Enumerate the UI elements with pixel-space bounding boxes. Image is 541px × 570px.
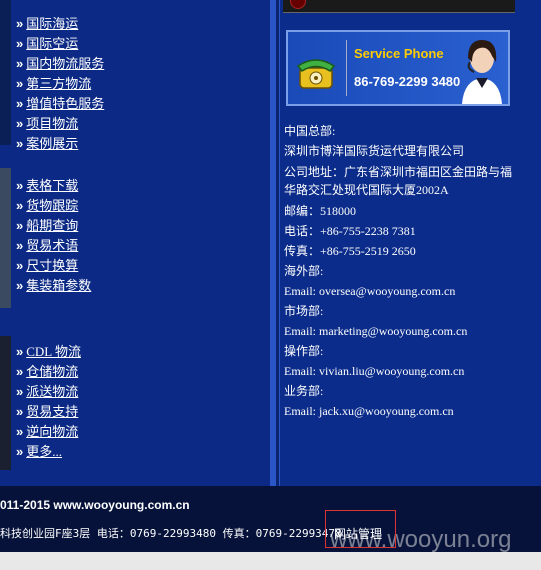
banner-divider: [346, 40, 347, 96]
menu-link[interactable]: 项目物流: [26, 116, 78, 131]
service-phone-title: Service Phone: [354, 46, 444, 61]
bullet-icon: »: [16, 218, 24, 233]
menu-item: » 表格下载: [16, 176, 91, 196]
menu-link[interactable]: 第三方物流: [26, 76, 91, 91]
menu-link[interactable]: 国内物流服务: [26, 56, 104, 71]
menu-image-strip-1: [0, 0, 11, 145]
tools-menu: » 表格下载» 货物跟踪» 船期查询» 贸易术语» 尺寸换算» 集装箱参数: [16, 176, 91, 296]
fax: 传真：+86-755-2519 2650: [284, 244, 416, 258]
company-name: 深圳市博洋国际货运代理有限公司: [284, 144, 465, 158]
menu-link[interactable]: 集装箱参数: [26, 278, 91, 293]
menu-item: » 逆向物流: [16, 422, 81, 442]
menu-item: » 国际海运: [16, 14, 104, 34]
overseas-label: 海外部:: [284, 264, 324, 278]
bullet-icon: »: [16, 178, 24, 193]
browser-bottom-bar: [0, 552, 541, 570]
business-label: 业务部:: [284, 384, 324, 398]
bullet-icon: »: [16, 238, 24, 253]
menu-item: » 贸易支持: [16, 402, 81, 422]
bullet-icon: »: [16, 116, 24, 131]
bullet-icon: »: [16, 76, 24, 91]
menu-item: » CDL 物流: [16, 342, 81, 362]
menu-item: » 案例展示: [16, 134, 104, 154]
menu-item: » 货物跟踪: [16, 196, 91, 216]
operator-avatar: [462, 40, 502, 104]
menu-link[interactable]: 国际空运: [26, 36, 78, 51]
menu-item: » 国际空运: [16, 34, 104, 54]
service-phone-number: 86-769-2299 3480: [354, 74, 461, 89]
menu-link[interactable]: 逆向物流: [26, 424, 78, 439]
menu-item: » 尺寸换算: [16, 256, 91, 276]
menu-item: » 集装箱参数: [16, 276, 91, 296]
business-email: Email: jack.xu@wooyoung.com.cn: [284, 404, 454, 418]
bullet-icon: »: [16, 404, 24, 419]
logistics-menu: » CDL 物流» 仓储物流» 派送物流» 贸易支持» 逆向物流» 更多...: [16, 342, 81, 462]
postcode: 邮编：518000: [284, 204, 357, 218]
menu-link[interactable]: 贸易术语: [26, 238, 78, 253]
menu-item: » 国内物流服务: [16, 54, 104, 74]
bullet-icon: »: [16, 96, 24, 111]
bullet-icon: »: [16, 384, 24, 399]
bullet-icon: »: [16, 36, 24, 51]
menu-link[interactable]: 船期查询: [26, 218, 78, 233]
menu-item: » 增值特色服务: [16, 94, 104, 114]
menu-link[interactable]: CDL 物流: [26, 344, 81, 359]
bullet-icon: »: [16, 424, 24, 439]
menu-link[interactable]: 派送物流: [26, 384, 78, 399]
operations-label: 操作部:: [284, 344, 324, 358]
marketing-label: 市场部:: [284, 304, 324, 318]
service-phone-banner: Service Phone 86-769-2299 3480: [286, 30, 510, 106]
menu-link[interactable]: 更多...: [26, 444, 62, 459]
copyright-text: 011-2015 www.wooyoung.com.cn: [0, 498, 190, 512]
bullet-icon: »: [16, 344, 24, 359]
menu-link[interactable]: 表格下载: [26, 178, 78, 193]
column-divider-shadow: [276, 0, 279, 486]
bullet-icon: »: [16, 198, 24, 213]
menu-item: » 仓储物流: [16, 362, 81, 382]
telephone-icon: [296, 59, 336, 89]
bullet-icon: »: [16, 444, 24, 459]
company-address: 公司地址：广东省深圳市福田区金田路与福华路交汇处现代国际大厦2002A: [284, 165, 513, 197]
marketing-email: Email: marketing@wooyoung.com.cn: [284, 324, 468, 338]
menu-item: » 船期查询: [16, 216, 91, 236]
highlight-box: [325, 510, 396, 548]
contact-info: 中国总部: 深圳市博洋国际货运代理有限公司 公司地址：广东省深圳市福田区金田路与…: [284, 121, 520, 421]
menu-item: » 更多...: [16, 442, 81, 462]
menu-item: » 第三方物流: [16, 74, 104, 94]
menu-link[interactable]: 增值特色服务: [26, 96, 104, 111]
bullet-icon: »: [16, 364, 24, 379]
bullet-icon: »: [16, 56, 24, 71]
telephone: 电话：+86-755-2238 7381: [284, 224, 416, 238]
menu-item: » 贸易术语: [16, 236, 91, 256]
services-menu: » 国际海运» 国际空运» 国内物流服务» 第三方物流» 增值特色服务» 项目物流» 案例展示: [16, 14, 104, 154]
menu-link[interactable]: 贸易支持: [26, 404, 78, 419]
bullet-icon: »: [16, 278, 24, 293]
menu-image-strip-2: [0, 168, 11, 308]
hq-label: 中国总部:: [284, 124, 336, 138]
menu-link[interactable]: 国际海运: [26, 16, 78, 31]
bullet-icon: »: [16, 16, 24, 31]
bullet-icon: »: [16, 136, 24, 151]
menu-item: » 项目物流: [16, 114, 104, 134]
menu-link[interactable]: 货物跟踪: [26, 198, 78, 213]
menu-link[interactable]: 尺寸换算: [26, 258, 78, 273]
menu-link[interactable]: 仓储物流: [26, 364, 78, 379]
footer-address: 科技创业园F座3层 电话：0769-22993480 传真：0769-22993…: [0, 527, 342, 540]
menu-link[interactable]: 案例展示: [26, 136, 78, 151]
menu-item: » 派送物流: [16, 382, 81, 402]
overseas-email: Email: oversea@wooyoung.com.cn: [284, 284, 456, 298]
media-player-bar: [283, 0, 515, 13]
operations-email: Email: vivian.liu@wooyoung.com.cn: [284, 364, 465, 378]
menu-image-strip-3: [0, 336, 11, 470]
bullet-icon: »: [16, 258, 24, 273]
